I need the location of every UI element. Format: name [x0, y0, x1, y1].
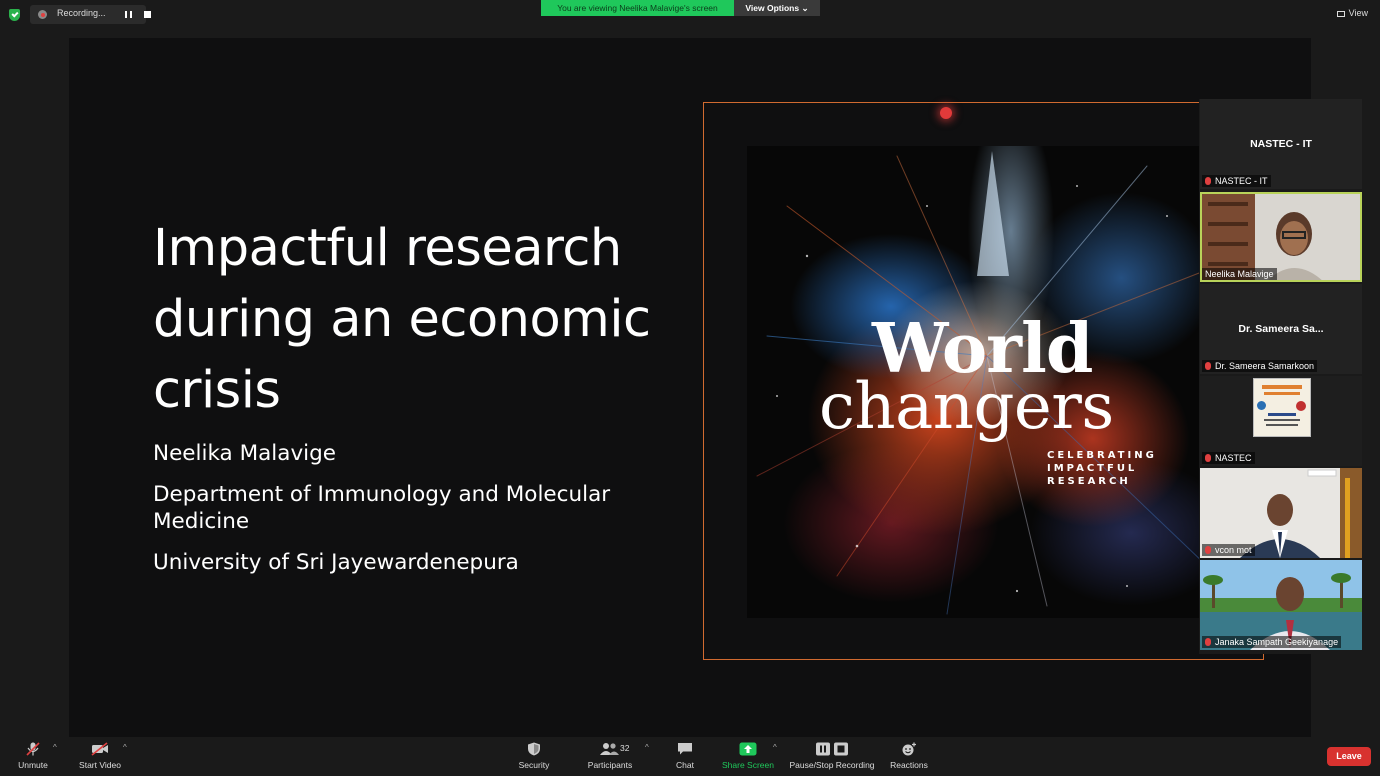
view-options-button[interactable]: View Options ⌄ — [734, 0, 820, 16]
shield-icon — [528, 742, 540, 756]
recording-label: Recording... — [57, 8, 106, 18]
participants-icon — [600, 743, 619, 755]
slide-title: Impactful research during an economic cr… — [153, 213, 713, 426]
celebrating-subtitle: CELEBRATING IMPACTFUL RESEARCH — [1047, 449, 1157, 488]
security-label: Security — [518, 760, 550, 770]
subtitle-line: RESEARCH — [1047, 476, 1131, 487]
participants-options-caret-icon[interactable]: ^ — [645, 743, 649, 752]
video-camera-off-icon — [91, 742, 108, 756]
world-changers-image: World changers CELEBRATING IMPACTFUL RES… — [747, 146, 1227, 618]
start-video-label: Start Video — [79, 760, 121, 770]
meeting-controls-toolbar: Unmute ^ Start Video ^ Security Particip… — [0, 737, 1380, 776]
leave-meeting-button[interactable]: Leave — [1327, 747, 1371, 766]
participant-name: Janaka Sampath Geekiyanage — [1215, 637, 1339, 647]
subtitle-line: IMPACTFUL — [1047, 463, 1138, 474]
participant-display-name: Dr. Sameera Sa... — [1238, 323, 1324, 335]
subtitle-line: CELEBRATING — [1047, 450, 1157, 461]
slide-university: University of Sri Jayewardenepura — [153, 550, 519, 575]
security-button[interactable]: Security — [513, 737, 555, 776]
participant-name-label: NASTEC — [1202, 452, 1255, 464]
chat-bubble-icon — [678, 743, 692, 755]
reactions-smiley-icon — [902, 742, 916, 756]
participants-label: Participants — [587, 760, 633, 770]
chevron-down-icon: ⌄ — [801, 3, 809, 13]
recording-dot-icon — [940, 107, 952, 119]
share-screen-label: Share Screen — [722, 760, 774, 770]
view-label: View — [1348, 8, 1368, 18]
participant-name-label: NASTEC - IT — [1202, 175, 1271, 187]
mic-muted-icon — [1205, 177, 1211, 185]
participant-tile[interactable]: Janaka Sampath Geekiyanage — [1200, 560, 1362, 650]
slide-title-line: crisis — [153, 361, 281, 420]
chat-button[interactable]: Chat — [668, 737, 702, 776]
pause-stop-recording-button[interactable]: Pause/Stop Recording — [787, 737, 877, 776]
slide-department: Department of Immunology and Molecular M… — [153, 481, 713, 535]
share-options-caret-icon[interactable]: ^ — [773, 743, 777, 752]
unmute-label: Unmute — [18, 760, 48, 770]
slide-author: Neelika Malavige — [153, 441, 337, 466]
share-screen-button[interactable]: Share Screen — [722, 737, 774, 776]
participant-display-name: NASTEC - IT — [1250, 138, 1312, 150]
audio-options-caret-icon[interactable]: ^ — [53, 743, 57, 752]
slide-department-line: Medicine — [153, 509, 250, 534]
stop-recording-icon[interactable] — [144, 11, 151, 18]
participant-name-label: vcon mot — [1202, 544, 1255, 556]
start-video-button[interactable]: Start Video — [74, 737, 126, 776]
unmute-button[interactable]: Unmute — [12, 737, 54, 776]
slide-title-line: Impactful research — [153, 219, 622, 278]
recording-indicator: Recording... — [30, 5, 151, 24]
participant-tile[interactable]: vcon mot — [1200, 468, 1362, 558]
pause-recording-icon[interactable] — [125, 11, 132, 18]
reactions-button[interactable]: Reactions — [887, 737, 931, 776]
video-options-caret-icon[interactable]: ^ — [123, 743, 127, 752]
slide-title-line: during an economic — [153, 290, 651, 349]
view-options-label: View Options — [745, 3, 800, 13]
participant-tile[interactable]: NASTEC — [1200, 376, 1362, 466]
mic-muted-icon — [1205, 546, 1211, 554]
mic-muted-icon — [1205, 638, 1211, 646]
slide-department-line: Department of Immunology and Molecular — [153, 482, 611, 507]
viewing-screen-banner: You are viewing Neelika Malavige's scree… — [541, 0, 734, 16]
recording-dot-icon — [38, 10, 47, 19]
mic-muted-icon — [1205, 454, 1211, 462]
participant-name: Dr. Sameera Samarkoon — [1215, 361, 1315, 371]
participants-count: 32 — [620, 743, 630, 753]
symposium-poster-image — [1253, 378, 1311, 437]
participant-tile[interactable]: NASTEC - IT NASTEC - IT — [1200, 99, 1362, 189]
grid-view-icon — [1336, 10, 1345, 17]
participant-tile-active-speaker[interactable]: Neelika Malavige — [1200, 192, 1362, 282]
mic-muted-icon — [1205, 362, 1211, 370]
microphone-muted-icon — [26, 742, 40, 756]
view-button[interactable]: View — [1336, 8, 1368, 18]
participant-name: NASTEC — [1215, 453, 1252, 463]
participant-name-label: Janaka Sampath Geekiyanage — [1202, 636, 1342, 648]
encryption-shield-icon[interactable] — [9, 9, 20, 21]
pause-stop-recording-icon — [816, 742, 848, 756]
participant-tile[interactable]: Dr. Sameera Sa... Dr. Sameera Samarkoon — [1200, 284, 1362, 374]
participant-name-label: Dr. Sameera Samarkoon — [1202, 360, 1318, 372]
participant-name: vcon mot — [1215, 545, 1252, 555]
participant-name: Neelika Malavige — [1205, 269, 1274, 279]
participant-name: NASTEC - IT — [1215, 176, 1268, 186]
meeting-top-bar: Recording... You are viewing Neelika Mal… — [0, 0, 1380, 30]
reactions-label: Reactions — [890, 760, 928, 770]
shared-screen: Impactful research during an economic cr… — [69, 38, 1311, 737]
pause-stop-recording-label: Pause/Stop Recording — [789, 760, 875, 770]
participant-video-panel[interactable]: NASTEC - IT NASTEC - IT Neelika Malavige… — [1199, 99, 1364, 654]
share-screen-icon — [739, 742, 757, 756]
chat-label: Chat — [676, 760, 694, 770]
changers-text: changers — [819, 370, 1114, 444]
participant-name-label: Neelika Malavige — [1202, 268, 1277, 280]
